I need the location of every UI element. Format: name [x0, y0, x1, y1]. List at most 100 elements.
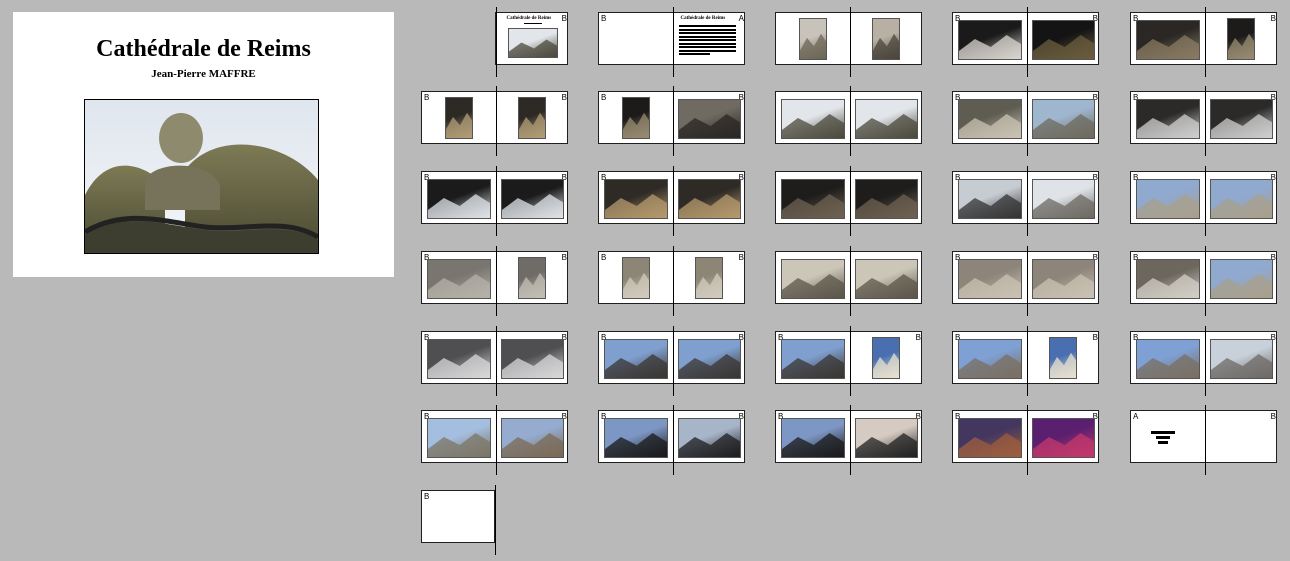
photo-shape: [959, 274, 1021, 298]
spread-content: B: [422, 491, 569, 544]
photo-shape: [1137, 274, 1199, 298]
page-spread[interactable]: BB: [1130, 166, 1278, 236]
spine-line: [1204, 326, 1206, 396]
photo-silhouette: [782, 274, 844, 298]
spread-content: BB: [422, 326, 569, 396]
page-spread[interactable]: BB: [598, 166, 745, 236]
page-spread[interactable]: BB: [775, 405, 922, 475]
page-spread[interactable]: BB: [421, 166, 569, 236]
page-spread[interactable]: BB: [421, 405, 568, 475]
spine-line: [495, 326, 497, 396]
photo-silhouette: [855, 433, 918, 457]
photo-shape: [1032, 433, 1095, 457]
page-spread[interactable]: BB: [598, 86, 745, 156]
photo-silhouette: [622, 112, 649, 138]
photo-shape: [678, 194, 741, 218]
photo-shape: [959, 433, 1021, 457]
photo-silhouette: [959, 274, 1021, 298]
spine-line: [849, 166, 851, 236]
page-spread[interactable]: B: [421, 485, 496, 555]
photo-silhouette: [873, 352, 900, 378]
page-photo: [854, 179, 918, 219]
page-photo: [958, 99, 1022, 139]
page-spread[interactable]: BB: [598, 326, 745, 396]
photo-silhouette: [1210, 354, 1273, 378]
spine-line: [495, 246, 497, 316]
spine-line: [495, 7, 497, 77]
spine-line: [1026, 86, 1028, 156]
photo-shape: [1210, 274, 1273, 298]
page-photo: [621, 97, 650, 139]
page-spread[interactable]: [775, 246, 923, 316]
page-spread[interactable]: BB: [1130, 246, 1277, 316]
photo-silhouette: [428, 433, 490, 457]
page-spread[interactable]: B A Cathédrale de Reims: [598, 7, 746, 77]
photo-shape: [1032, 194, 1095, 218]
page-spread[interactable]: BB: [598, 405, 745, 475]
page-photo: [781, 99, 845, 139]
page-spread[interactable]: [775, 7, 922, 77]
photo-shape: [605, 354, 667, 378]
page-photo: [854, 99, 918, 139]
photo-shape: [678, 433, 741, 457]
page-spread[interactable]: BB: [952, 166, 1099, 236]
spread-content: BB: [776, 326, 923, 396]
spine-line: [495, 166, 497, 236]
photo-silhouette: [799, 33, 826, 59]
spine-line: [1204, 86, 1206, 156]
page-spread[interactable]: BB: [775, 326, 923, 396]
photo-silhouette: [1032, 433, 1095, 457]
photo-silhouette: [1050, 352, 1077, 378]
spread-content: BB: [953, 86, 1100, 156]
page-spread[interactable]: BB: [952, 326, 1099, 396]
spine-line: [849, 86, 851, 156]
photo-silhouette: [1137, 114, 1199, 138]
page-spread[interactable]: BB: [421, 246, 568, 316]
page-spread[interactable]: BB: [952, 246, 1099, 316]
page-spread[interactable]: AB: [1130, 405, 1277, 475]
spine-line: [1204, 166, 1206, 236]
spread-content: [776, 246, 923, 316]
page-photo: [507, 28, 558, 58]
photo-shape: [1137, 354, 1199, 378]
page-photo: [1031, 99, 1095, 139]
spine-line: [1204, 405, 1206, 475]
page-spread[interactable]: BB: [598, 246, 745, 316]
page-photo: [1209, 259, 1273, 299]
page-photo: [958, 259, 1022, 299]
photo-silhouette: [678, 354, 741, 378]
photo-shape: [428, 194, 490, 218]
page-spread[interactable]: BB: [421, 86, 568, 156]
spine-line: [672, 7, 674, 77]
page-photo: [677, 99, 741, 139]
photo-shape: [678, 354, 741, 378]
page-spread[interactable]: BB: [952, 86, 1100, 156]
photo-silhouette: [1210, 194, 1273, 218]
page-spread[interactable]: BB: [952, 405, 1099, 475]
page-photo: [958, 418, 1022, 458]
page-spread[interactable]: BB: [952, 7, 1099, 77]
photo-shape: [855, 433, 918, 457]
page-spread[interactable]: [775, 166, 922, 236]
page-photo: [427, 418, 491, 458]
master-page-marker: B: [738, 253, 744, 262]
title-rule: [523, 23, 542, 24]
spread-content: B A Cathédrale de Reims: [599, 7, 746, 77]
page-spread[interactable]: BB: [1130, 7, 1277, 77]
page-spread[interactable]: BB: [421, 326, 569, 396]
page-spread[interactable]: BB: [1130, 86, 1277, 156]
page-spread[interactable]: BB: [1130, 326, 1277, 396]
page-spread[interactable]: B Cathédrale de Reims: [494, 7, 568, 77]
photo-silhouette: [782, 354, 844, 378]
spread-content: BB: [422, 166, 569, 236]
photo-silhouette: [959, 354, 1021, 378]
photo-silhouette: [1137, 194, 1199, 218]
spread-content: BB: [1131, 166, 1278, 236]
photo-shape: [605, 433, 667, 457]
page-spread[interactable]: [775, 86, 922, 156]
photo-shape: [508, 39, 557, 57]
text-line: [678, 25, 736, 27]
master-page-marker: B: [561, 93, 567, 102]
thumbnail-grid: B Cathédrale de Reims B A Cathédrale de Reim…: [0, 0, 1290, 561]
master-page-marker: B: [561, 253, 567, 262]
